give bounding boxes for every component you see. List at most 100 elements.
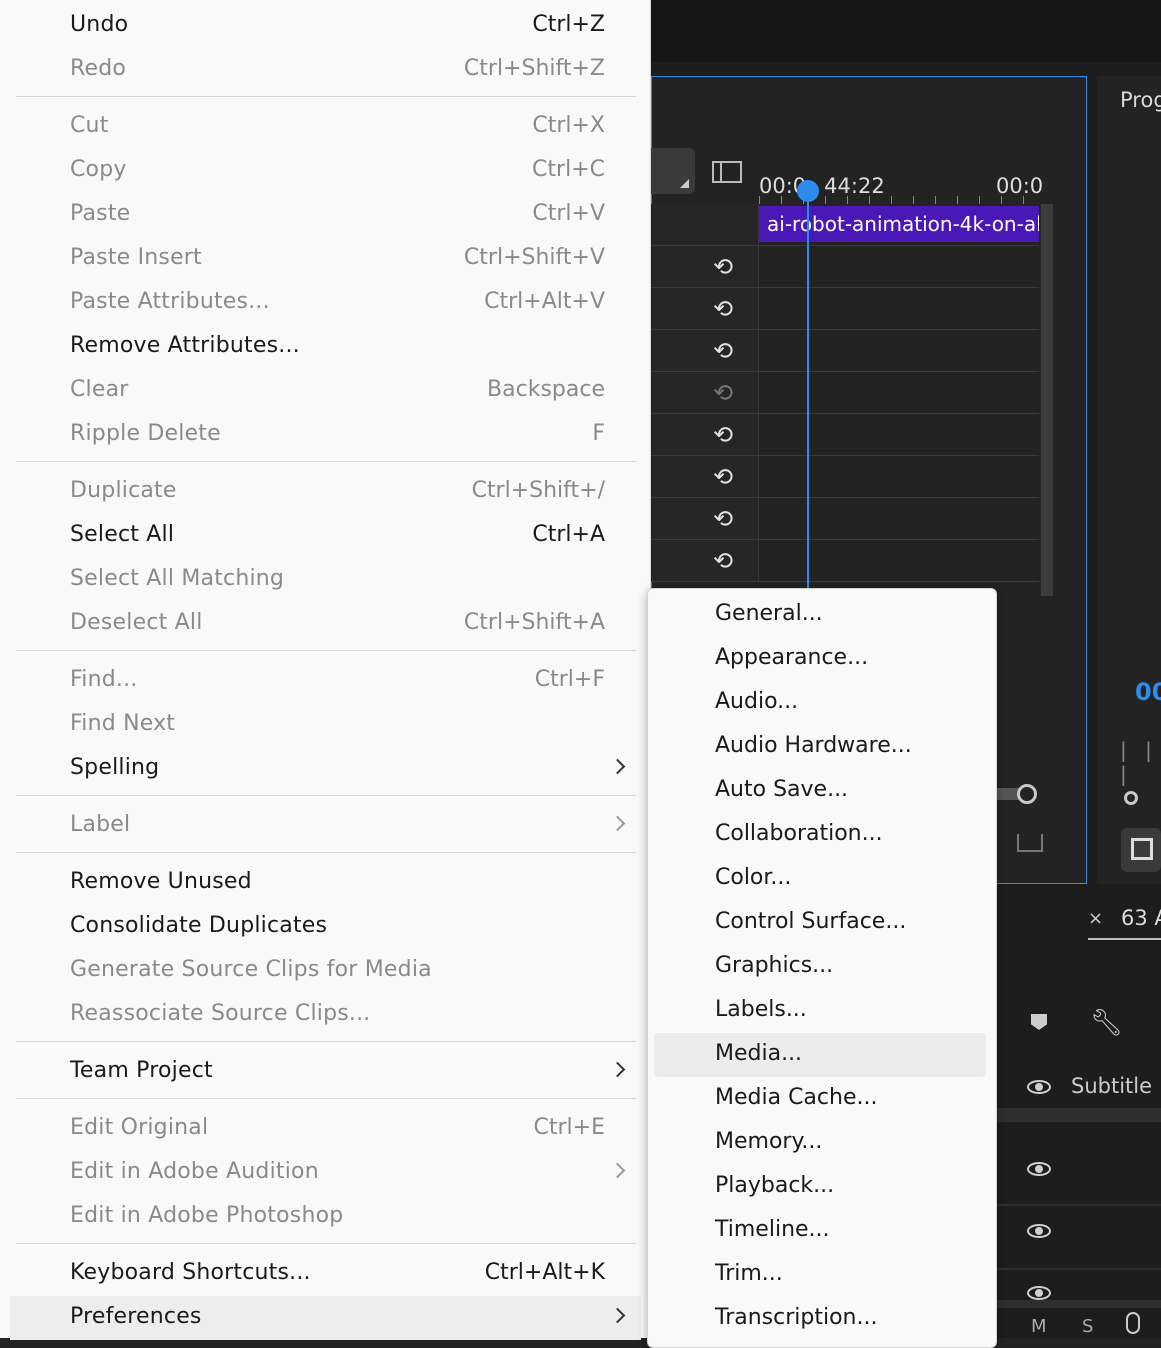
menu-item-deselect-all[interactable]: Deselect All Ctrl+Shift+A: [0, 602, 651, 646]
wrench-icon[interactable]: 🔧︎: [1090, 1008, 1123, 1038]
menu-item-shortcut: Ctrl+F: [534, 667, 605, 692]
menu-item-paste-insert[interactable]: Paste Insert Ctrl+Shift+V: [0, 237, 651, 281]
sync-lock-icon[interactable]: ⟲: [713, 423, 733, 447]
menu-item-label: Keyboard Shortcuts...: [70, 1260, 311, 1285]
menu-item-label: Remove Attributes...: [70, 333, 300, 358]
menu-item-consolidate-duplicates[interactable]: Consolidate Duplicates: [0, 905, 651, 949]
submenu-item-audio[interactable]: Audio...: [654, 681, 986, 725]
submenu-item-collaboration[interactable]: Collaboration...: [654, 813, 986, 857]
submenu-item-trim[interactable]: Trim...: [654, 1253, 986, 1297]
menu-item-label-sub[interactable]: Label: [0, 804, 651, 848]
mute-button[interactable]: M: [1031, 1316, 1047, 1337]
menu-item-ripple-delete[interactable]: Ripple Delete F: [0, 413, 651, 457]
playhead-line[interactable]: [807, 186, 809, 588]
menu-item-clear[interactable]: Clear Backspace: [0, 369, 651, 413]
submenu-item-playback[interactable]: Playback...: [654, 1165, 986, 1209]
submenu-item-memory[interactable]: Memory...: [654, 1121, 986, 1165]
menu-item-paste[interactable]: Paste Ctrl+V: [0, 193, 651, 237]
menu-item-keyboard-shortcuts[interactable]: Keyboard Shortcuts... Ctrl+Alt+K: [0, 1252, 651, 1296]
menu-item-remove-attributes[interactable]: Remove Attributes...: [0, 325, 651, 369]
submenu-item-label: Media Cache...: [715, 1085, 878, 1110]
menu-item-edit-in-photoshop[interactable]: Edit in Adobe Photoshop: [0, 1195, 651, 1239]
menu-item-remove-unused[interactable]: Remove Unused: [0, 861, 651, 905]
submenu-item-control-surface[interactable]: Control Surface...: [654, 901, 986, 945]
menu-item-select-all-matching[interactable]: Select All Matching: [0, 558, 651, 602]
submenu-item-general[interactable]: General...: [654, 593, 986, 637]
sync-lock-icon[interactable]: ⟲: [713, 465, 733, 489]
submenu-item-label: Audio Hardware...: [715, 733, 912, 758]
sync-lock-icon[interactable]: ⟲: [713, 549, 733, 573]
submenu-item-label: Control Surface...: [715, 909, 907, 934]
submenu-item-labels[interactable]: Labels...: [654, 989, 986, 1033]
menu-item-preferences[interactable]: Preferences: [10, 1296, 641, 1340]
timeline-scrollbar[interactable]: [1041, 204, 1053, 596]
sync-lock-icon[interactable]: ⟲: [713, 339, 733, 363]
safe-margins-button[interactable]: [1121, 828, 1161, 872]
submenu-item-appearance[interactable]: Appearance...: [654, 637, 986, 681]
playhead-handle[interactable]: [797, 180, 819, 202]
menu-item-label: Reassociate Source Clips...: [70, 1001, 371, 1026]
panel-toggle-icon[interactable]: [712, 161, 742, 183]
menu-item-find-next[interactable]: Find Next: [0, 703, 651, 747]
program-zoom-handle[interactable]: [1124, 791, 1138, 805]
export-frame-icon[interactable]: [1017, 834, 1043, 852]
timeline-clip[interactable]: ai-robot-animation-4k-on-al: [759, 206, 1039, 242]
menu-separator: [16, 1041, 636, 1042]
program-timecode[interactable]: 00: [1135, 678, 1161, 706]
menu-item-shortcut: Ctrl+A: [532, 522, 605, 547]
menu-item-generate-source-clips[interactable]: Generate Source Clips for Media: [0, 949, 651, 993]
track-header: ⟲: [651, 456, 759, 497]
program-ruler-ticks: | | |: [1120, 738, 1158, 786]
program-monitor-title[interactable]: Prog: [1120, 88, 1161, 112]
microphone-icon[interactable]: [1126, 1312, 1140, 1334]
track-row: ⟲: [651, 330, 1039, 372]
menu-item-label: Paste: [70, 201, 131, 226]
menu-item-paste-attributes[interactable]: Paste Attributes... Ctrl+Alt+V: [0, 281, 651, 325]
menu-item-shortcut: Ctrl+Shift+Z: [463, 56, 605, 81]
sync-lock-icon[interactable]: ⟲: [713, 507, 733, 531]
menu-item-label: Duplicate: [70, 478, 177, 503]
submenu-item-graphics[interactable]: Graphics...: [654, 945, 986, 989]
submenu-item-audio-hardware[interactable]: Audio Hardware...: [654, 725, 986, 769]
submenu-item-media-cache[interactable]: Media Cache...: [654, 1077, 986, 1121]
menu-item-reassociate-source-clips[interactable]: Reassociate Source Clips...: [0, 993, 651, 1037]
menu-item-find[interactable]: Find... Ctrl+F: [0, 659, 651, 703]
menu-item-select-all[interactable]: Select All Ctrl+A: [0, 514, 651, 558]
close-tab-icon[interactable]: ×: [1088, 908, 1103, 929]
safe-margins-icon: [1131, 838, 1153, 860]
menu-item-spelling[interactable]: Spelling: [0, 747, 651, 791]
sync-lock-icon[interactable]: ⟲: [713, 255, 733, 279]
menu-separator: [16, 461, 636, 462]
solo-button[interactable]: S: [1082, 1316, 1093, 1337]
submenu-item-timeline[interactable]: Timeline...: [654, 1209, 986, 1253]
menu-item-label: Select All: [70, 522, 175, 547]
menu-item-edit-in-audition[interactable]: Edit in Adobe Audition: [0, 1151, 651, 1195]
track-row: ⟲: [651, 288, 1039, 330]
submenu-item-media[interactable]: Media...: [654, 1033, 986, 1077]
submenu-item-color[interactable]: Color...: [654, 857, 986, 901]
sync-lock-icon[interactable]: ⟲: [713, 381, 733, 405]
sync-lock-icon[interactable]: ⟲: [713, 297, 733, 321]
track-header: ⟲: [651, 372, 759, 413]
menu-item-edit-original[interactable]: Edit Original Ctrl+E: [0, 1107, 651, 1151]
menu-item-shortcut: F: [592, 421, 605, 446]
zoom-handle[interactable]: [1017, 784, 1037, 804]
submenu-item-transcription[interactable]: Transcription...: [654, 1297, 986, 1341]
sequence-tab[interactable]: 63 A: [1121, 906, 1161, 930]
eye-icon[interactable]: [1027, 1080, 1051, 1094]
menu-item-duplicate[interactable]: Duplicate Ctrl+Shift+/: [0, 470, 651, 514]
menu-item-undo[interactable]: Undo Ctrl+Z: [0, 4, 651, 48]
menu-item-team-project[interactable]: Team Project: [0, 1050, 651, 1094]
track-divider: [997, 1268, 1161, 1270]
menu-item-cut[interactable]: Cut Ctrl+X: [0, 105, 651, 149]
menu-item-redo[interactable]: Redo Ctrl+Shift+Z: [0, 48, 651, 92]
submenu-item-auto-save[interactable]: Auto Save...: [654, 769, 986, 813]
sequence-dropdown[interactable]: [651, 148, 695, 194]
zoom-scrollbar[interactable]: [997, 788, 1019, 800]
menu-item-label: Clear: [70, 377, 129, 402]
eye-icon[interactable]: [1027, 1286, 1051, 1300]
menu-item-copy[interactable]: Copy Ctrl+C: [0, 149, 651, 193]
track-header: ⟲: [651, 498, 759, 539]
eye-icon[interactable]: [1027, 1162, 1051, 1176]
eye-icon[interactable]: [1027, 1224, 1051, 1238]
